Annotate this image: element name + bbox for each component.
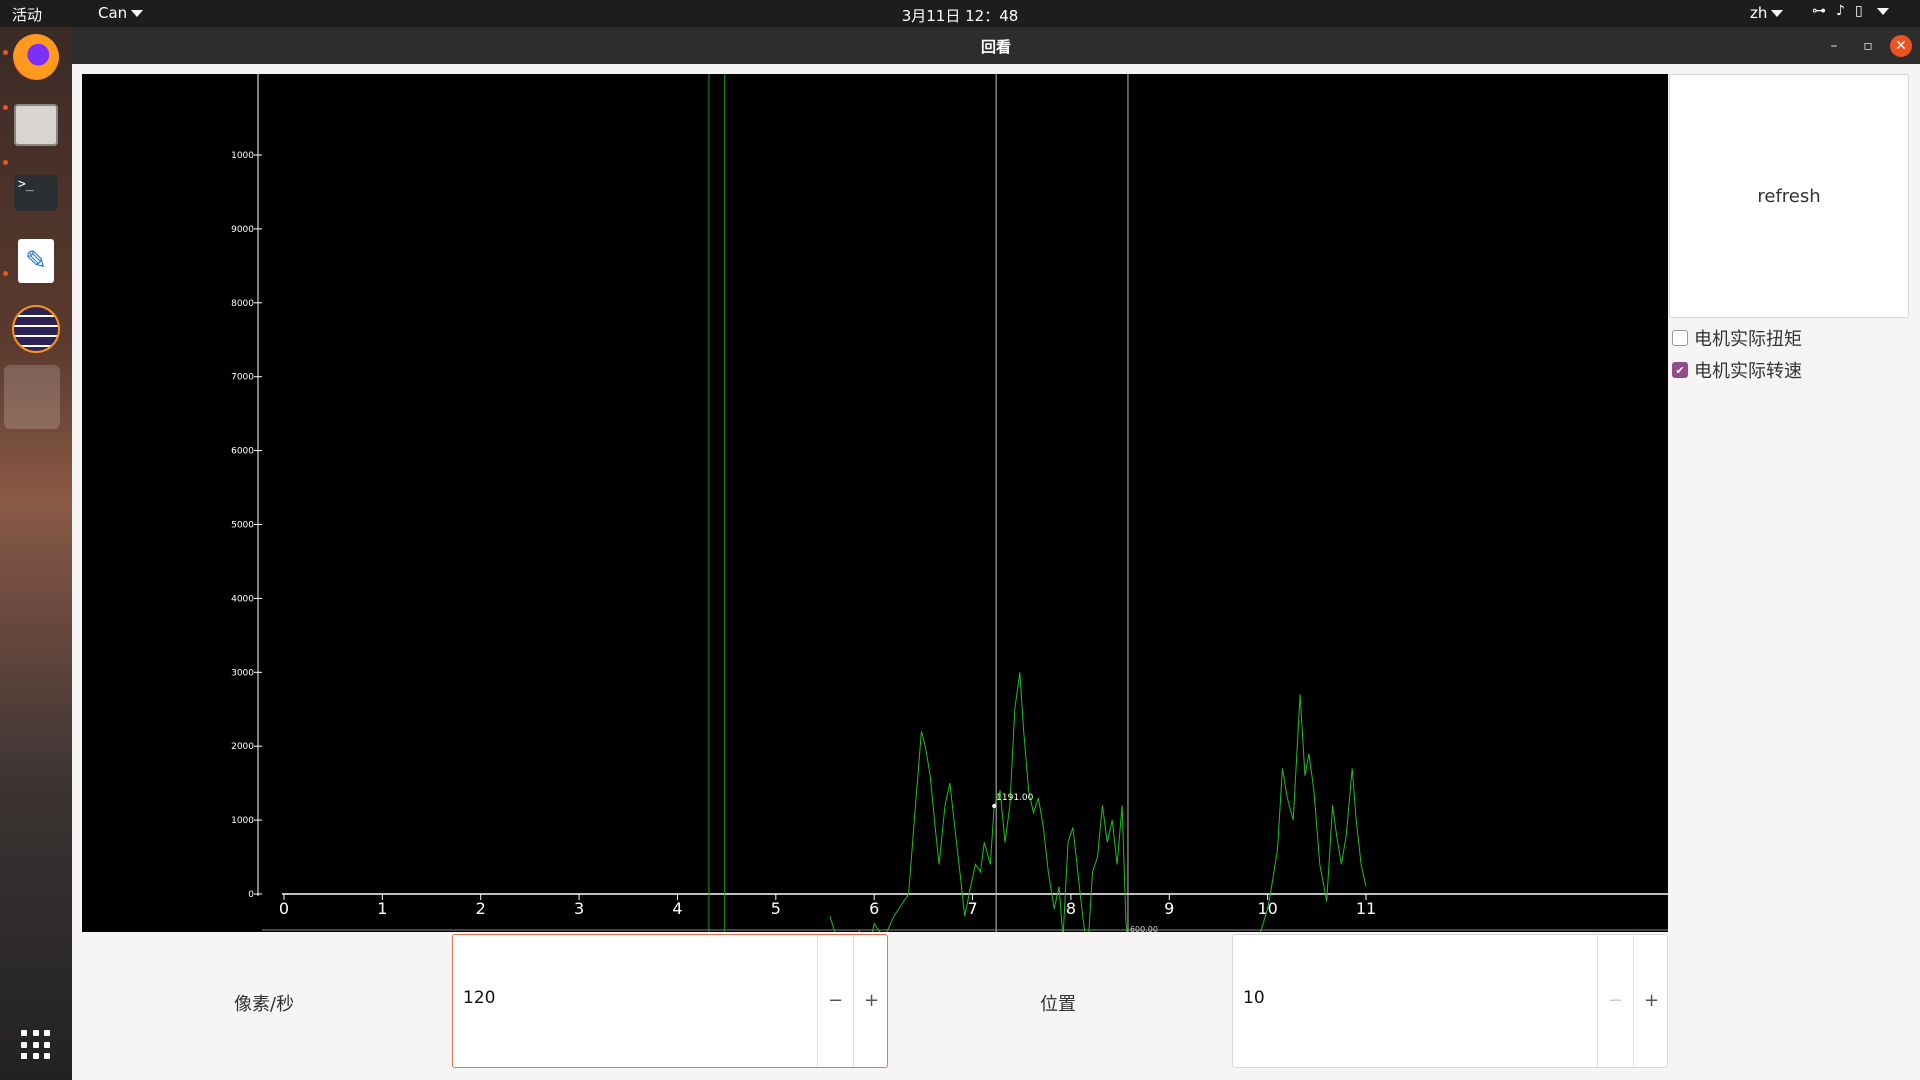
- rate-spinbox[interactable]: − +: [452, 934, 888, 1068]
- y-tick-label: 5000: [231, 521, 254, 531]
- window-title: 回看: [980, 38, 1011, 56]
- dock-text-editor[interactable]: ✎: [8, 233, 64, 289]
- y-tick-label: 8000: [231, 299, 254, 309]
- x-tick-label: 0: [279, 899, 289, 918]
- volume-icon: ♪: [1836, 3, 1855, 19]
- text-editor-icon: ✎: [18, 239, 54, 283]
- checkbox-torque[interactable]: 电机实际扭矩: [1672, 325, 1802, 351]
- clock[interactable]: 3月11日 12：48: [902, 7, 1019, 25]
- position-spinbox[interactable]: − +: [1232, 934, 1668, 1068]
- chevron-down-icon: [1771, 10, 1784, 17]
- dock-files[interactable]: [8, 97, 64, 153]
- eclipse-icon: [12, 305, 60, 353]
- y-tick-label: 2000: [231, 742, 254, 752]
- checkbox-label: 电机实际扭矩: [1694, 329, 1802, 350]
- x-tick-label: 7: [967, 899, 977, 918]
- app-menu[interactable]: Can: [98, 4, 144, 22]
- x-tick-label: 5: [771, 899, 781, 918]
- show-applications-button[interactable]: [8, 1017, 64, 1073]
- checkbox-box[interactable]: ✔: [1672, 362, 1688, 378]
- position-increment-button[interactable]: +: [1633, 935, 1669, 1067]
- x-tick-label: 2: [476, 899, 486, 918]
- dock-firefox[interactable]: [8, 29, 64, 85]
- battery-icon: ▯: [1854, 3, 1873, 19]
- checkbox-label: 电机实际转速: [1694, 361, 1802, 382]
- partial-value-label: 600.00: [1130, 925, 1158, 932]
- app-menu-label: Can: [98, 4, 128, 22]
- x-tick-label: 3: [574, 899, 584, 918]
- position-input[interactable]: [1241, 987, 1585, 1009]
- x-tick-label: 9: [1164, 899, 1174, 918]
- running-indicator: [3, 271, 8, 276]
- activities-button[interactable]: 活动: [12, 4, 42, 25]
- window-content: 0 1000 2000 3000 4000 5000 6000 7000 8000 9000 100…: [72, 64, 1920, 1080]
- running-indicator: [3, 160, 8, 165]
- y-tick-label: 7000: [231, 373, 254, 383]
- x-tick-label: 8: [1066, 899, 1076, 918]
- x-tick-label: 6: [869, 899, 879, 918]
- x-tick-label: 11: [1356, 899, 1376, 918]
- rate-input[interactable]: [461, 987, 805, 1009]
- y-tick-label: 9000: [231, 225, 254, 235]
- y-tick-label: 1000: [231, 151, 254, 161]
- rate-label: 像素/秒: [234, 994, 295, 1015]
- y-tick-label: 0: [248, 890, 254, 900]
- apps-grid-icon: [21, 1030, 51, 1060]
- y-tick-label: 6000: [231, 447, 254, 457]
- checkbox-speed[interactable]: ✔ 电机实际转速: [1672, 357, 1802, 383]
- firefox-icon: [13, 34, 59, 80]
- minimize-button[interactable]: –: [1823, 35, 1845, 57]
- top-bar: 活动 Can 3月11日 12：48 zh ⊶♪▯: [0, 0, 1920, 27]
- clock-container: 3月11日 12：48: [0, 5, 1920, 26]
- y-tick-label: 1000: [231, 816, 254, 826]
- cursor-value-label: 1191.00: [996, 793, 1033, 803]
- files-icon: [14, 104, 58, 146]
- network-icon: ⊶: [1812, 3, 1836, 19]
- chevron-down-icon: [131, 10, 144, 17]
- system-tray[interactable]: ⊶♪▯: [1812, 3, 1889, 19]
- position-decrement-button[interactable]: −: [1597, 935, 1633, 1067]
- rate-increment-button[interactable]: +: [853, 935, 889, 1067]
- refresh-button[interactable]: refresh: [1669, 74, 1909, 318]
- dock: >_ ✎: [0, 27, 72, 1080]
- chevron-down-icon: [1876, 7, 1889, 15]
- checkmark-icon: ✔: [1675, 363, 1685, 377]
- language-indicator[interactable]: zh: [1750, 4, 1784, 22]
- close-button[interactable]: ✕: [1890, 35, 1912, 57]
- terminal-icon: >_: [14, 175, 58, 211]
- window-titlebar: 回看 – ▫ ✕: [72, 27, 1920, 64]
- x-tick-label: 1: [377, 899, 387, 918]
- position-label: 位置: [1040, 994, 1076, 1015]
- rate-decrement-button[interactable]: −: [817, 935, 853, 1067]
- dock-terminal[interactable]: >_: [8, 165, 64, 221]
- line-chart[interactable]: 0 1000 2000 3000 4000 5000 6000 7000 8000 9000 100…: [82, 74, 1668, 932]
- dock-eclipse[interactable]: [8, 301, 64, 357]
- language-label: zh: [1750, 4, 1768, 22]
- cursor-point: [992, 803, 997, 808]
- plot-area[interactable]: 0 1000 2000 3000 4000 5000 6000 7000 8000 9000 100…: [82, 74, 1668, 932]
- maximize-button[interactable]: ▫: [1857, 35, 1879, 57]
- checkbox-box[interactable]: [1672, 330, 1688, 346]
- y-tick-label: 4000: [231, 594, 254, 604]
- series-line: [829, 672, 1367, 932]
- app-window-icon: [4, 365, 60, 429]
- dock-active-app[interactable]: [4, 365, 60, 429]
- y-tick-label: 3000: [231, 668, 254, 678]
- x-tick-label: 4: [672, 899, 682, 918]
